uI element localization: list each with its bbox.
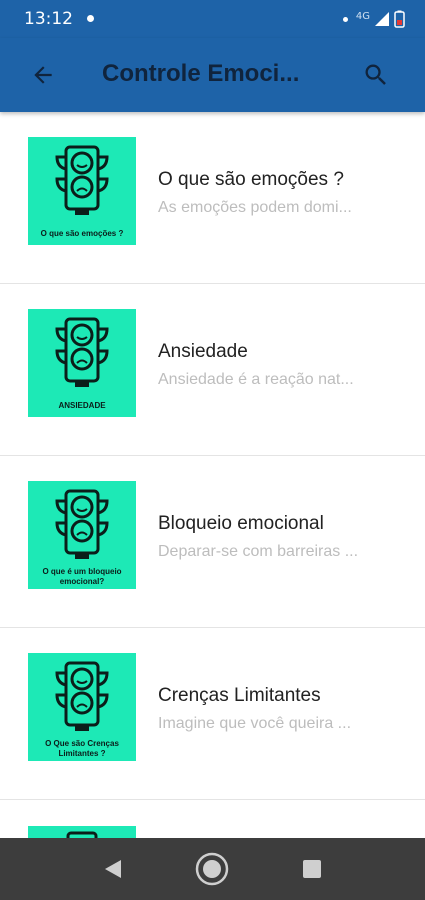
list-item[interactable]: O que é um bloqueio emocional? Bloqueio … (0, 456, 425, 628)
page-title: Controle Emoci... (102, 60, 300, 87)
search-button[interactable] (359, 58, 393, 92)
partial-item-thumbnail (28, 826, 136, 838)
system-nav-bar (0, 838, 425, 900)
battery-icon (394, 10, 405, 28)
arrow-back-icon (34, 66, 52, 84)
app-bar: Controle Emoci... (0, 38, 425, 112)
thumbnail-caption: O Que são Crenças Limitantes ? (45, 739, 119, 758)
item-thumbnail: ANSIEDADE (28, 309, 136, 417)
traffic-light-icon (55, 661, 109, 731)
nav-home-button[interactable] (195, 852, 229, 886)
nav-recents-button[interactable] (295, 852, 329, 886)
item-thumbnail: O que são emoções ? (28, 137, 136, 245)
back-button[interactable] (26, 58, 60, 92)
item-title: O que são emoções ? (158, 169, 344, 190)
search-icon (365, 64, 386, 85)
item-subtitle: Ansiedade é a reação nat... (158, 371, 354, 388)
thumbnail-caption: O que são emoções ? (40, 229, 124, 238)
list-item[interactable]: O que são emoções ? O que são emoções ? … (0, 112, 425, 284)
traffic-light-icon (55, 145, 109, 215)
item-thumbnail: O Que são Crenças Limitantes ? (28, 653, 136, 761)
item-title: Ansiedade (158, 341, 248, 362)
list-item[interactable]: O Que são Crenças Limitantes ? Crenças L… (0, 628, 425, 800)
nav-back-button[interactable] (96, 852, 130, 886)
item-title: Crenças Limitantes (158, 685, 321, 706)
triangle-back-icon (105, 860, 121, 878)
notification-dot-icon (87, 15, 94, 22)
thumbnail-caption: ANSIEDADE (58, 401, 106, 410)
status-time: 13:12 (24, 9, 73, 29)
list-item[interactable]: ANSIEDADE Ansiedade Ansiedade é a reação… (0, 284, 425, 456)
status-icons: 4G (342, 9, 405, 29)
square-recents-icon (303, 860, 321, 878)
status-dot-icon (342, 16, 348, 22)
item-title: Bloqueio emocional (158, 513, 324, 534)
traffic-light-icon (66, 831, 98, 838)
traffic-light-icon (55, 489, 109, 559)
item-subtitle: Deparar-se com barreiras ... (158, 543, 359, 560)
home-circle-icon (195, 852, 229, 886)
network-type: 4G (355, 10, 370, 22)
status-bar: 13:12 4G (0, 0, 425, 38)
item-subtitle: As emoções podem domi... (158, 199, 352, 216)
item-subtitle: Imagine que você queira ... (158, 715, 352, 732)
signal-icon (375, 12, 389, 26)
article-list: O que são emoções ? O que são emoções ? … (0, 112, 425, 800)
traffic-light-icon (55, 317, 109, 387)
thumbnail-caption: O que é um bloqueio emocional? (42, 567, 122, 586)
item-thumbnail: O que é um bloqueio emocional? (28, 481, 136, 589)
